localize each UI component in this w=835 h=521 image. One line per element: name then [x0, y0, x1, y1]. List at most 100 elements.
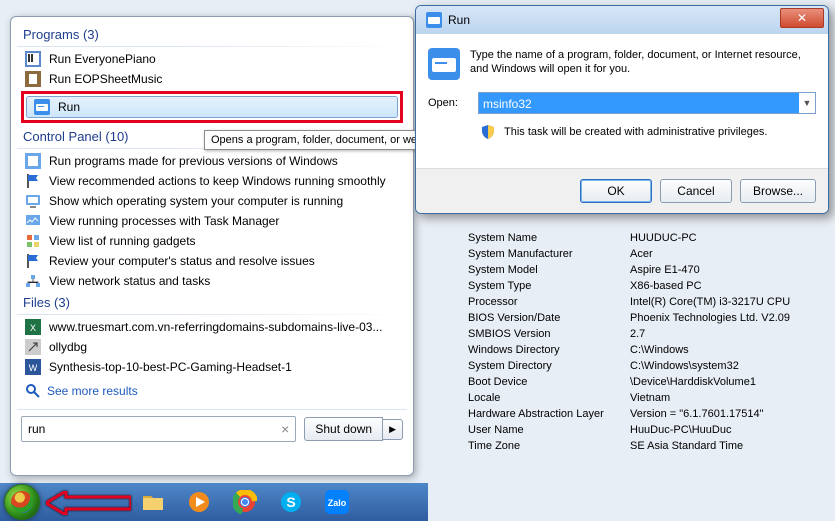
sysinfo-row[interactable]: SMBIOS Version2.7	[468, 326, 828, 342]
taskmgr-icon	[25, 213, 41, 229]
taskbar: S Zalo	[0, 483, 428, 521]
search-box[interactable]: ×	[21, 416, 296, 442]
gadgets-icon	[25, 233, 41, 249]
cp-item[interactable]: Review your computer's status and resolv…	[17, 251, 407, 271]
highlight-box: Run	[21, 91, 403, 123]
cancel-button[interactable]: Cancel	[660, 179, 732, 203]
sysinfo-row[interactable]: Time ZoneSE Asia Standard Time	[468, 438, 828, 454]
run-icon	[426, 12, 442, 28]
skype-icon: S	[279, 490, 303, 514]
system-info-table: System NameHUUDUC-PCSystem ManufacturerA…	[468, 230, 828, 454]
program-label: Run	[58, 100, 80, 114]
shutdown-button[interactable]: Shut down	[304, 417, 383, 441]
cp-item[interactable]: View running processes with Task Manager	[17, 211, 407, 231]
ok-button[interactable]: OK	[580, 179, 652, 203]
taskbar-item-skype[interactable]: S	[270, 487, 312, 517]
sysinfo-value: Phoenix Technologies Ltd. V2.09	[630, 312, 828, 324]
shield-icon	[480, 124, 496, 140]
sysinfo-key: Boot Device	[468, 376, 630, 388]
program-label: Run EveryonePiano	[49, 52, 156, 66]
sysinfo-key: Locale	[468, 392, 630, 404]
admin-note: This task will be created with administr…	[504, 126, 768, 138]
sysinfo-key: SMBIOS Version	[468, 328, 630, 340]
file-item-label: www.truesmart.com.vn-referringdomains-su…	[49, 320, 382, 334]
file-item[interactable]: ollydbg	[17, 337, 407, 357]
clear-search-icon[interactable]: ×	[281, 421, 289, 437]
see-more-results-link[interactable]: See more results	[17, 377, 407, 405]
sysinfo-row[interactable]: BIOS Version/DatePhoenix Technologies Lt…	[468, 310, 828, 326]
sysinfo-row[interactable]: System ManufacturerAcer	[468, 246, 828, 262]
sysinfo-key: BIOS Version/Date	[468, 312, 630, 324]
flag-icon	[25, 173, 41, 189]
sysinfo-value: HUUDUC-PC	[630, 232, 828, 244]
sysinfo-row[interactable]: System ModelAspire E1-470	[468, 262, 828, 278]
svg-text:S: S	[286, 494, 295, 510]
start-menu-bottom: × Shut down ▶	[17, 409, 407, 442]
taskbar-item-explorer[interactable]	[132, 487, 174, 517]
cp-item-label: Review your computer's status and resolv…	[49, 254, 315, 268]
file-item[interactable]: W Synthesis-top-10-best-PC-Gaming-Headset…	[17, 357, 407, 377]
program-item-everyonepiano[interactable]: Run EveryonePiano	[17, 49, 407, 69]
run-titlebar[interactable]: Run ✕	[416, 6, 828, 34]
sysinfo-row[interactable]: Windows DirectoryC:\Windows	[468, 342, 828, 358]
run-icon	[34, 99, 50, 115]
cp-item[interactable]: Show which operating system your compute…	[17, 191, 407, 211]
sysinfo-row[interactable]: User NameHuuDuc-PC\HuuDuc	[468, 422, 828, 438]
sysinfo-row[interactable]: Boot Device\Device\HarddiskVolume1	[468, 374, 828, 390]
divider	[17, 314, 407, 315]
taskbar-item-mediaplayer[interactable]	[178, 487, 220, 517]
sysinfo-row[interactable]: LocaleVietnam	[468, 390, 828, 406]
sysinfo-value: C:\Windows\system32	[630, 360, 828, 372]
sysinfo-value: Version = "6.1.7601.17514"	[630, 408, 828, 420]
browse-button[interactable]: Browse...	[740, 179, 816, 203]
files-header: Files (3)	[17, 291, 407, 312]
cp-item-label: View network status and tasks	[49, 274, 210, 288]
sysinfo-key: Windows Directory	[468, 344, 630, 356]
cp-item-label: View recommended actions to keep Windows…	[49, 174, 386, 188]
close-button[interactable]: ✕	[780, 8, 824, 28]
divider	[17, 46, 407, 47]
program-item-run[interactable]: Run	[26, 96, 398, 118]
taskbar-item-zalo[interactable]: Zalo	[316, 487, 358, 517]
shortcut-icon	[25, 339, 41, 355]
sysinfo-row[interactable]: Hardware Abstraction LayerVersion = "6.1…	[468, 406, 828, 422]
open-combobox[interactable]: msinfo32 ▼	[478, 92, 816, 114]
cp-item[interactable]: View network status and tasks	[17, 271, 407, 291]
program-item-eopsheetmusic[interactable]: Run EOPSheetMusic	[17, 69, 407, 89]
sysinfo-key: System Directory	[468, 360, 630, 372]
piano-icon	[25, 51, 41, 67]
open-input[interactable]: msinfo32	[479, 93, 799, 113]
cp-item[interactable]: View list of running gadgets	[17, 231, 407, 251]
cp-item[interactable]: Run programs made for previous versions …	[17, 151, 407, 171]
svg-text:X: X	[30, 323, 36, 333]
search-input[interactable]	[28, 422, 281, 436]
explorer-icon	[141, 490, 165, 514]
sysinfo-row[interactable]: System TypeX86-based PC	[468, 278, 828, 294]
chrome-icon	[233, 490, 257, 514]
start-menu-panel: Programs (3) Run EveryonePiano Run EOPSh…	[10, 16, 414, 476]
shutdown-split-button[interactable]: Shut down ▶	[304, 416, 403, 442]
file-item[interactable]: Xwww.truesmart.com.vn-referringdomains-s…	[17, 317, 407, 337]
start-button[interactable]	[4, 484, 40, 520]
file-item-label: Synthesis-top-10-best-PC-Gaming-Headset-…	[49, 360, 292, 374]
svg-text:W: W	[29, 363, 38, 373]
cp-item-label: View list of running gadgets	[49, 234, 196, 248]
search-icon	[25, 383, 41, 399]
mediaplayer-icon	[187, 490, 211, 514]
sysinfo-row[interactable]: ProcessorIntel(R) Core(TM) i3-3217U CPU	[468, 294, 828, 310]
sysinfo-value: \Device\HarddiskVolume1	[630, 376, 828, 388]
dropdown-arrow-icon[interactable]: ▼	[799, 98, 815, 108]
sysinfo-key: User Name	[468, 424, 630, 436]
program-label: Run EOPSheetMusic	[49, 72, 162, 86]
cp-item[interactable]: View recommended actions to keep Windows…	[17, 171, 407, 191]
network-icon	[25, 273, 41, 289]
taskbar-item-chrome[interactable]	[224, 487, 266, 517]
sysinfo-value: HuuDuc-PC\HuuDuc	[630, 424, 828, 436]
sysinfo-row[interactable]: System NameHUUDUC-PC	[468, 230, 828, 246]
sysinfo-row[interactable]: System DirectoryC:\Windows\system32	[468, 358, 828, 374]
flag-icon	[25, 253, 41, 269]
sysinfo-value: X86-based PC	[630, 280, 828, 292]
sysinfo-key: Processor	[468, 296, 630, 308]
shutdown-arrow-icon[interactable]: ▶	[383, 419, 403, 440]
xls-icon: X	[25, 319, 41, 335]
